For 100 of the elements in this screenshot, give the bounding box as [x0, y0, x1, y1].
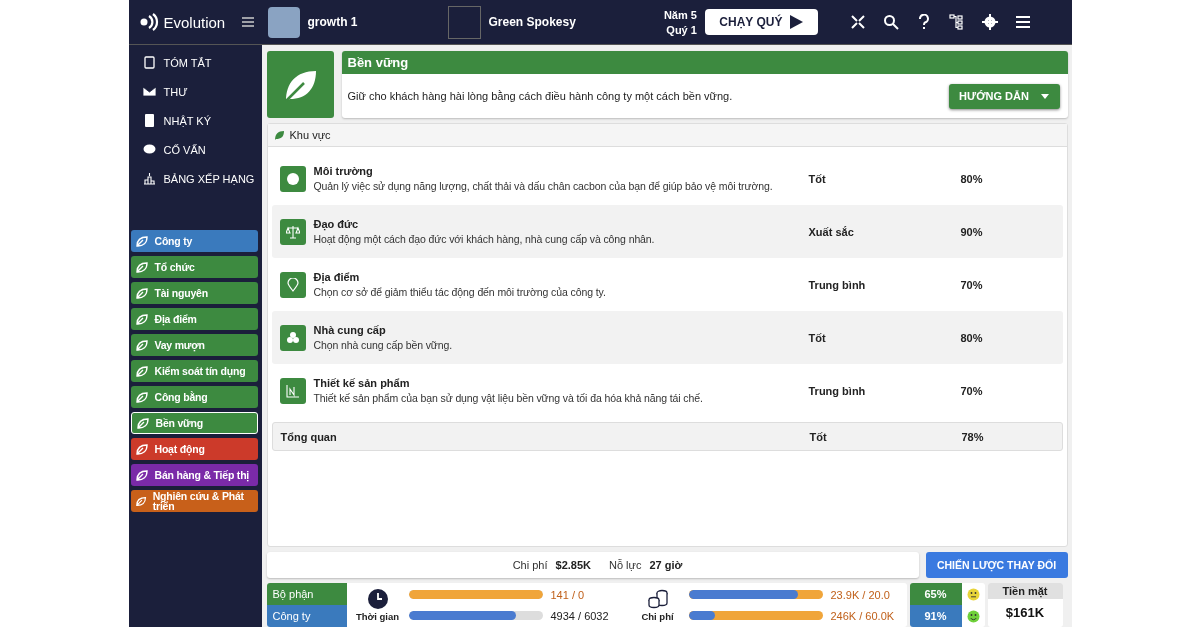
smiley-icon — [966, 609, 980, 623]
cost-value: $2.85K — [555, 559, 591, 571]
department-icon — [134, 468, 149, 482]
ruler-icon — [279, 377, 306, 404]
department-tab[interactable]: Hoạt động — [130, 438, 258, 460]
area-description: Quản lý việc sử dụng năng lượng, chất thải và dấu chân cacbon của bạn để giúp bảo vệ môi trường. — [313, 180, 774, 192]
area-row[interactable]: Thiết kế sản phẩm Thiết kế sản phẩm của bạn sử dụng vật liệu bền vững và tối đa hóa khả năng tái chế. Trung bình 70% — [271, 364, 1063, 417]
effort-value: 27 giờ — [649, 559, 683, 571]
caret-icon — [1040, 93, 1049, 99]
cash-value: $161K — [1005, 605, 1045, 620]
area-row[interactable]: Nhà cung cấp Chọn nhà cung cấp bền vững. Tốt 80% — [271, 311, 1063, 364]
department-tab[interactable]: Tổ chức — [130, 256, 258, 278]
department-tab[interactable]: Kiểm soát tín dụng — [130, 360, 258, 382]
menu-item[interactable]: BẢNG XẾP HẠNG — [142, 169, 258, 188]
area-name: Đạo đức — [313, 218, 360, 230]
cash-label: Tiền mặt — [987, 583, 1063, 599]
area-description: Thiết kế sản phẩm của bạn sử dụng vật liệu bền vững và tối đa hóa khả năng tái chế. — [313, 392, 704, 404]
clock-icon — [367, 588, 388, 609]
envelope-icon — [142, 85, 156, 98]
satisfaction-value: 91% — [909, 605, 962, 627]
department-tab[interactable]: Bền vững — [130, 412, 258, 434]
department-icon — [134, 286, 149, 300]
podium-icon — [142, 172, 156, 185]
overview-label: Tổng quan — [280, 430, 338, 443]
logo-icon — [138, 12, 159, 32]
area-rating: Trung bình — [808, 384, 867, 397]
area-rating: Tốt — [808, 331, 827, 344]
menu-item[interactable]: CỐ VẤN — [142, 140, 258, 159]
search-icon[interactable] — [882, 14, 899, 30]
menu-item[interactable]: NHẬT KÝ — [142, 111, 258, 130]
location-pin-icon — [279, 271, 306, 298]
time-label: Thời gian — [355, 610, 400, 622]
area-rating: Xuất sắc — [808, 225, 855, 238]
game-name: growth 1 — [307, 15, 358, 29]
department-icon — [134, 312, 149, 326]
overview-rating: Tốt — [809, 430, 828, 443]
department-icon — [134, 390, 149, 404]
menu-icon[interactable] — [1014, 14, 1031, 30]
cost-label: Chi phí — [512, 559, 548, 571]
department-icon — [134, 234, 149, 248]
department-tab[interactable]: Bán hàng & Tiếp thị — [130, 464, 258, 486]
section-description: Giữ cho khách hàng hài lòng bằng cách điều hành công ty một cách bền vững. — [347, 90, 733, 102]
area-rating: Trung bình — [808, 278, 867, 291]
leaf-icon — [273, 129, 285, 141]
year-label: Năm 5 — [663, 8, 697, 21]
quarter-label: Quý 1 — [666, 23, 697, 36]
panel-title: Khu vực — [289, 129, 331, 141]
area-description: Hoạt động một cách đạo đức với khách hàng, nhà cung cấp và công nhân. — [313, 233, 656, 245]
area-rating: Tốt — [808, 172, 827, 185]
neutral-face-icon — [966, 587, 980, 601]
section-title: Bền vững — [341, 51, 1068, 74]
app-name: Evolution — [163, 13, 226, 31]
department-icon — [134, 338, 149, 352]
department-tab[interactable]: Vay mượn — [130, 334, 258, 356]
area-score: 90% — [960, 225, 983, 238]
area-score: 80% — [960, 331, 983, 344]
department-tab[interactable]: Địa điểm — [130, 308, 258, 330]
area-score: 70% — [960, 278, 983, 291]
overview-score: 78% — [961, 430, 984, 443]
effort-label: Nỗ lực — [609, 559, 642, 571]
clipboard-icon — [142, 56, 156, 69]
area-row[interactable]: Địa điểm Chọn cơ sở để giảm thiểu tác động đến môi trường của công ty. Trung bình 70% — [271, 258, 1063, 311]
menu-icon[interactable] — [242, 17, 255, 27]
department-icon — [135, 416, 150, 430]
bar-reading: 4934 / 6032 — [550, 609, 610, 622]
area-score: 80% — [960, 172, 983, 185]
area-row[interactable]: Đạo đức Hoạt động một cách đạo đức với khách hàng, nhà cung cấp và công nhân. Xuất sắc 90% — [271, 205, 1063, 258]
collapse-icon[interactable] — [849, 14, 866, 30]
bar-reading: 246K / 60.0K — [830, 609, 896, 622]
run-quarter-button[interactable]: CHẠY QUÝ — [704, 9, 818, 35]
company-name: Green Spokesy — [488, 15, 576, 29]
area-name: Địa điểm — [313, 271, 361, 283]
area-name: Nhà cung cấp — [313, 324, 387, 336]
tree-icon[interactable] — [948, 14, 965, 30]
change-strategy-button[interactable]: CHIẾN LƯỢC THAY ĐỔI — [925, 552, 1068, 578]
chat-bubble-icon — [142, 143, 156, 156]
guide-button[interactable]: HƯỚNG DẪN — [948, 83, 1060, 109]
menu-item[interactable]: TÓM TẮT — [142, 53, 258, 72]
area-name: Môi trường — [313, 165, 374, 177]
department-icon — [134, 260, 149, 274]
coins-icon — [646, 588, 669, 609]
menu-item[interactable]: THƯ — [142, 82, 258, 101]
area-row[interactable]: Môi trường Quản lý việc sử dụng năng lượng, chất thải và dấu chân cacbon của bạn để giúp bảo vệ môi trường. Tốt 80% — [271, 152, 1063, 205]
department-icon — [134, 442, 149, 456]
cost-label: Chi phí — [641, 610, 674, 622]
area-description: Chọn cơ sở để giảm thiểu tác động đến môi trường của công ty. — [313, 286, 607, 298]
department-tab[interactable]: Tài nguyên — [130, 282, 258, 304]
scope-label: Bộ phận — [266, 583, 347, 605]
book-icon — [142, 114, 156, 127]
bar-reading: 23.9K / 20.0 — [830, 588, 891, 601]
scales-icon — [279, 218, 306, 245]
scope-label: Công ty — [266, 605, 347, 627]
department-tab[interactable]: Nghiên cứu & Phát triển — [130, 490, 258, 512]
area-description: Chọn nhà cung cấp bền vững. — [313, 339, 454, 351]
department-tab[interactable]: Công ty — [130, 230, 258, 252]
satisfaction-value: 65% — [909, 583, 962, 605]
area-name: Thiết kế sản phẩm — [313, 377, 411, 389]
department-tab[interactable]: Công bằng — [130, 386, 258, 408]
department-icon — [134, 364, 149, 378]
leaf-icon — [266, 51, 334, 118]
